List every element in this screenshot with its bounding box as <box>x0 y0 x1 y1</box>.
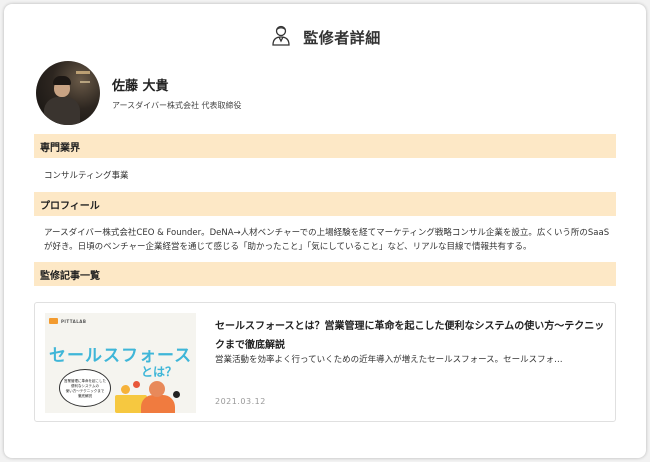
avatar <box>36 61 100 125</box>
thumbnail-decoration <box>173 391 180 398</box>
article-date: 2021.03.12 <box>215 397 266 406</box>
profile-name: 佐藤 大貴 <box>112 79 169 94</box>
person-illustration <box>141 395 175 413</box>
section-heading-profile: プロフィール <box>34 192 616 216</box>
thumbnail-speech-bubble: 営業管理に革命を起こした 便利なシステムの 使い方～テクニックまで 徹底解説 <box>59 369 111 407</box>
article-excerpt: 営業活動を効率よく行っていくための近年導入が増えたセールスフォース。セールスフォ… <box>215 355 563 365</box>
section-heading-articles: 監修記事一覧 <box>34 262 616 286</box>
profile-block: 佐藤 大貴 アースダイバー株式会社 代表取締役 <box>36 60 242 126</box>
profile-role: アースダイバー株式会社 代表取締役 <box>112 101 242 110</box>
coin-icon <box>121 385 130 394</box>
person-head-illustration <box>149 381 165 397</box>
page-title: 監修者詳細 <box>303 28 381 47</box>
section-heading-specialty: 専門業界 <box>34 134 616 158</box>
profile-text: アースダイバー株式会社CEO & Founder。DeNA→人材ベンチャーでの上… <box>44 228 610 252</box>
article-card[interactable]: PITTALAB セールスフォース とは？ 営業管理に革命を起こした 便利なシス… <box>34 302 616 422</box>
thumbnail-subtitle: とは？ <box>141 365 178 379</box>
thumbnail-brand: PITTALAB <box>61 319 87 324</box>
coin-icon <box>133 381 140 388</box>
specialty-value: コンサルティング事業 <box>44 171 129 181</box>
page-header: 監修者詳細 <box>4 22 646 52</box>
brand-logo-icon <box>49 318 58 324</box>
supervisor-icon <box>269 23 293 51</box>
supervisor-detail-card: 監修者詳細 佐藤 大貴 アースダイバー株式会社 代表取締役 専門業界 コンサルテ… <box>4 4 646 458</box>
article-title[interactable]: セールスフォースとは？営業管理に革命を起こした便利なシステムの使い方～テクニック… <box>215 317 605 355</box>
article-thumbnail[interactable]: PITTALAB セールスフォース とは？ 営業管理に革命を起こした 便利なシス… <box>45 313 196 413</box>
